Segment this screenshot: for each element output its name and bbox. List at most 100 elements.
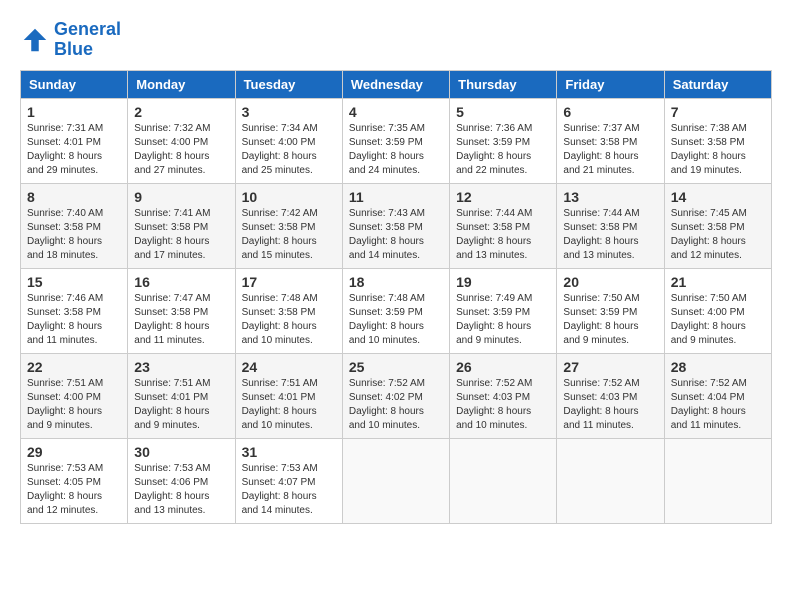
day-info: Sunrise: 7:51 AM Sunset: 4:01 PM Dayligh… xyxy=(242,377,336,433)
calendar-cell: 12 Sunrise: 7:44 AM Sunset: 3:58 PM Dayl… xyxy=(450,183,557,268)
day-number: 25 xyxy=(349,359,443,375)
calendar-cell: 17 Sunrise: 7:48 AM Sunset: 3:58 PM Dayl… xyxy=(235,268,342,353)
day-info: Sunrise: 7:52 AM Sunset: 4:04 PM Dayligh… xyxy=(671,377,765,433)
daylight-label: Daylight: 8 hours and 10 minutes. xyxy=(456,406,531,431)
calendar-cell: 31 Sunrise: 7:53 AM Sunset: 4:07 PM Dayl… xyxy=(235,438,342,523)
day-header-sunday: Sunday xyxy=(21,70,128,98)
sunrise-label: Sunrise: 7:31 AM xyxy=(27,123,103,134)
daylight-label: Daylight: 8 hours and 18 minutes. xyxy=(27,236,102,261)
sunrise-label: Sunrise: 7:40 AM xyxy=(27,208,103,219)
calendar-cell: 27 Sunrise: 7:52 AM Sunset: 4:03 PM Dayl… xyxy=(557,353,664,438)
daylight-label: Daylight: 8 hours and 14 minutes. xyxy=(349,236,424,261)
sunset-label: Sunset: 3:58 PM xyxy=(134,222,208,233)
daylight-label: Daylight: 8 hours and 17 minutes. xyxy=(134,236,209,261)
day-info: Sunrise: 7:31 AM Sunset: 4:01 PM Dayligh… xyxy=(27,122,121,178)
day-info: Sunrise: 7:43 AM Sunset: 3:58 PM Dayligh… xyxy=(349,207,443,263)
calendar-cell: 6 Sunrise: 7:37 AM Sunset: 3:58 PM Dayli… xyxy=(557,98,664,183)
day-number: 17 xyxy=(242,274,336,290)
day-number: 23 xyxy=(134,359,228,375)
sunset-label: Sunset: 3:58 PM xyxy=(456,222,530,233)
day-number: 19 xyxy=(456,274,550,290)
sunset-label: Sunset: 4:03 PM xyxy=(563,392,637,403)
day-info: Sunrise: 7:51 AM Sunset: 4:00 PM Dayligh… xyxy=(27,377,121,433)
sunset-label: Sunset: 4:00 PM xyxy=(671,307,745,318)
day-header-thursday: Thursday xyxy=(450,70,557,98)
sunrise-label: Sunrise: 7:47 AM xyxy=(134,293,210,304)
calendar-cell: 14 Sunrise: 7:45 AM Sunset: 3:58 PM Dayl… xyxy=(664,183,771,268)
day-header-tuesday: Tuesday xyxy=(235,70,342,98)
daylight-label: Daylight: 8 hours and 11 minutes. xyxy=(134,321,209,346)
daylight-label: Daylight: 8 hours and 11 minutes. xyxy=(563,406,638,431)
sunrise-label: Sunrise: 7:34 AM xyxy=(242,123,318,134)
day-number: 14 xyxy=(671,189,765,205)
day-info: Sunrise: 7:38 AM Sunset: 3:58 PM Dayligh… xyxy=(671,122,765,178)
sunrise-label: Sunrise: 7:46 AM xyxy=(27,293,103,304)
sunset-label: Sunset: 3:58 PM xyxy=(563,222,637,233)
sunset-label: Sunset: 4:07 PM xyxy=(242,477,316,488)
logo: General Blue xyxy=(20,20,121,60)
day-header-monday: Monday xyxy=(128,70,235,98)
header: General Blue xyxy=(20,20,772,60)
sunset-label: Sunset: 3:58 PM xyxy=(27,307,101,318)
day-info: Sunrise: 7:48 AM Sunset: 3:58 PM Dayligh… xyxy=(242,292,336,348)
calendar-week-3: 15 Sunrise: 7:46 AM Sunset: 3:58 PM Dayl… xyxy=(21,268,772,353)
daylight-label: Daylight: 8 hours and 9 minutes. xyxy=(27,406,102,431)
sunset-label: Sunset: 3:58 PM xyxy=(27,222,101,233)
sunrise-label: Sunrise: 7:48 AM xyxy=(242,293,318,304)
day-info: Sunrise: 7:53 AM Sunset: 4:07 PM Dayligh… xyxy=(242,462,336,518)
sunset-label: Sunset: 4:00 PM xyxy=(242,137,316,148)
day-number: 26 xyxy=(456,359,550,375)
sunrise-label: Sunrise: 7:37 AM xyxy=(563,123,639,134)
day-number: 30 xyxy=(134,444,228,460)
sunset-label: Sunset: 4:04 PM xyxy=(671,392,745,403)
calendar-cell: 10 Sunrise: 7:42 AM Sunset: 3:58 PM Dayl… xyxy=(235,183,342,268)
sunset-label: Sunset: 4:00 PM xyxy=(27,392,101,403)
sunset-label: Sunset: 3:58 PM xyxy=(349,222,423,233)
sunset-label: Sunset: 3:58 PM xyxy=(671,137,745,148)
day-info: Sunrise: 7:52 AM Sunset: 4:03 PM Dayligh… xyxy=(563,377,657,433)
calendar-cell xyxy=(557,438,664,523)
calendar-week-4: 22 Sunrise: 7:51 AM Sunset: 4:00 PM Dayl… xyxy=(21,353,772,438)
sunset-label: Sunset: 3:59 PM xyxy=(456,137,530,148)
logo-icon xyxy=(20,25,50,55)
daylight-label: Daylight: 8 hours and 12 minutes. xyxy=(671,236,746,261)
calendar: SundayMondayTuesdayWednesdayThursdayFrid… xyxy=(20,70,772,524)
sunrise-label: Sunrise: 7:50 AM xyxy=(563,293,639,304)
day-info: Sunrise: 7:35 AM Sunset: 3:59 PM Dayligh… xyxy=(349,122,443,178)
day-info: Sunrise: 7:32 AM Sunset: 4:00 PM Dayligh… xyxy=(134,122,228,178)
daylight-label: Daylight: 8 hours and 25 minutes. xyxy=(242,151,317,176)
daylight-label: Daylight: 8 hours and 9 minutes. xyxy=(671,321,746,346)
day-info: Sunrise: 7:45 AM Sunset: 3:58 PM Dayligh… xyxy=(671,207,765,263)
day-number: 7 xyxy=(671,104,765,120)
sunrise-label: Sunrise: 7:52 AM xyxy=(349,378,425,389)
sunrise-label: Sunrise: 7:53 AM xyxy=(134,463,210,474)
daylight-label: Daylight: 8 hours and 9 minutes. xyxy=(563,321,638,346)
calendar-cell: 5 Sunrise: 7:36 AM Sunset: 3:59 PM Dayli… xyxy=(450,98,557,183)
daylight-label: Daylight: 8 hours and 24 minutes. xyxy=(349,151,424,176)
sunset-label: Sunset: 3:59 PM xyxy=(349,137,423,148)
day-number: 28 xyxy=(671,359,765,375)
daylight-label: Daylight: 8 hours and 13 minutes. xyxy=(563,236,638,261)
day-number: 18 xyxy=(349,274,443,290)
calendar-cell: 3 Sunrise: 7:34 AM Sunset: 4:00 PM Dayli… xyxy=(235,98,342,183)
sunset-label: Sunset: 3:58 PM xyxy=(563,137,637,148)
daylight-label: Daylight: 8 hours and 10 minutes. xyxy=(242,321,317,346)
sunrise-label: Sunrise: 7:45 AM xyxy=(671,208,747,219)
day-number: 31 xyxy=(242,444,336,460)
sunset-label: Sunset: 4:03 PM xyxy=(456,392,530,403)
daylight-label: Daylight: 8 hours and 19 minutes. xyxy=(671,151,746,176)
sunrise-label: Sunrise: 7:49 AM xyxy=(456,293,532,304)
calendar-cell: 16 Sunrise: 7:47 AM Sunset: 3:58 PM Dayl… xyxy=(128,268,235,353)
sunset-label: Sunset: 3:59 PM xyxy=(349,307,423,318)
day-info: Sunrise: 7:53 AM Sunset: 4:05 PM Dayligh… xyxy=(27,462,121,518)
calendar-cell: 28 Sunrise: 7:52 AM Sunset: 4:04 PM Dayl… xyxy=(664,353,771,438)
sunrise-label: Sunrise: 7:51 AM xyxy=(242,378,318,389)
sunrise-label: Sunrise: 7:50 AM xyxy=(671,293,747,304)
sunset-label: Sunset: 3:58 PM xyxy=(242,222,316,233)
daylight-label: Daylight: 8 hours and 9 minutes. xyxy=(456,321,531,346)
day-info: Sunrise: 7:53 AM Sunset: 4:06 PM Dayligh… xyxy=(134,462,228,518)
calendar-cell: 18 Sunrise: 7:48 AM Sunset: 3:59 PM Dayl… xyxy=(342,268,449,353)
calendar-header-row: SundayMondayTuesdayWednesdayThursdayFrid… xyxy=(21,70,772,98)
daylight-label: Daylight: 8 hours and 21 minutes. xyxy=(563,151,638,176)
day-info: Sunrise: 7:46 AM Sunset: 3:58 PM Dayligh… xyxy=(27,292,121,348)
